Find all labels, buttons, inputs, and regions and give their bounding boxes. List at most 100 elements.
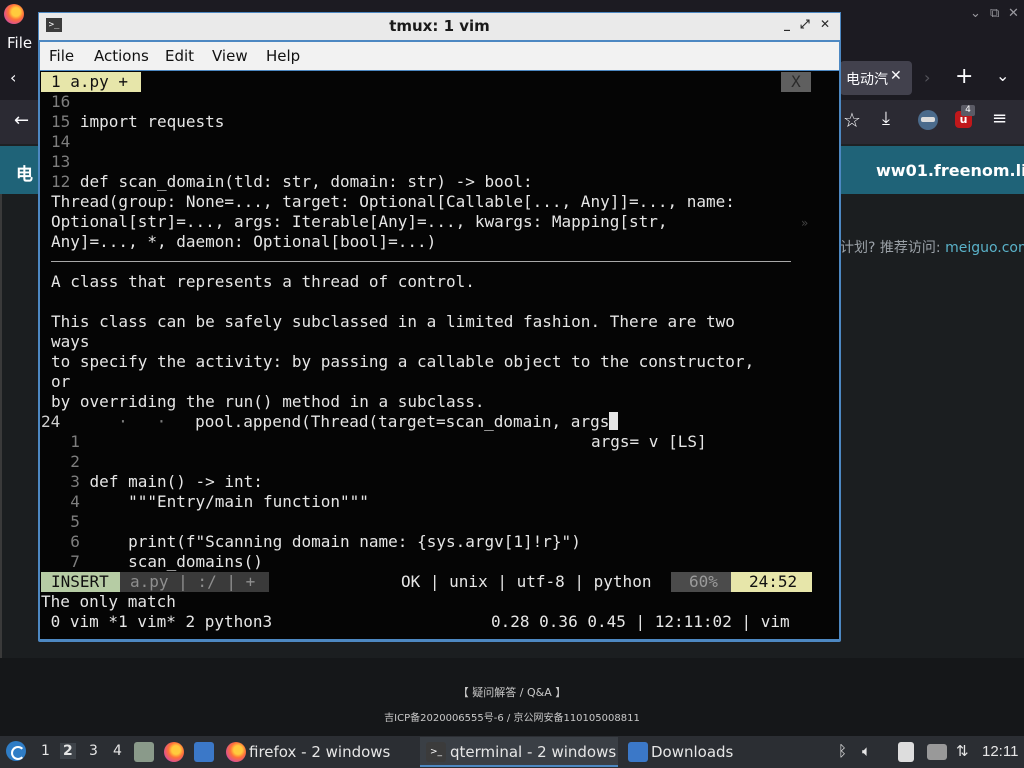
list-tabs-icon[interactable]: ⌄ xyxy=(996,66,1009,85)
line-number xyxy=(51,552,70,571)
line-number: 3 xyxy=(70,472,80,491)
desktop: ⌄ ⧉ ✕ File ‹ 电动汽 ✕ › + ⌄ ← ☆ ⤓ u 4 ≡ 电 w… xyxy=(0,0,1024,768)
line-number: 14 xyxy=(51,132,71,151)
menu-file[interactable]: File xyxy=(49,47,74,65)
line-code: """Entry/main function""" xyxy=(89,492,369,511)
workspace-2[interactable]: 2 xyxy=(60,743,76,759)
line-number xyxy=(51,532,70,551)
tmux-window-list: 0 vim *1 vim* 2 python3 xyxy=(41,612,273,632)
completion-item[interactable]: args= v [LS] xyxy=(591,432,707,452)
code-line: 15 import requests xyxy=(51,112,224,132)
workspace-3[interactable]: 3 xyxy=(89,743,98,759)
doc-line: to specify the activity: by passing a ca… xyxy=(51,352,755,371)
line-code: def scan_domain(tld: str, domain: str) -… xyxy=(79,172,533,191)
new-tab-icon[interactable]: + xyxy=(955,64,973,89)
code-line: 12 def scan_domain(tld: str, domain: str… xyxy=(51,172,533,192)
tray-bluetooth-icon[interactable]: ᛒ xyxy=(838,742,847,760)
code-line: 6 print(f"Scanning domain name: {sys.arg… xyxy=(51,532,581,552)
doc-line: This class can be safely subclassed in a… xyxy=(51,312,735,331)
firefox-icon xyxy=(226,742,246,762)
vim-position-segment: 24:52 xyxy=(731,572,812,592)
line-number: 12 xyxy=(51,172,71,191)
line-number xyxy=(51,452,70,471)
line-number: 13 xyxy=(51,152,71,171)
extension-spy-icon[interactable] xyxy=(918,110,938,130)
text-cursor xyxy=(609,412,619,430)
tray-display-icon[interactable] xyxy=(927,744,947,760)
popup-scroll-icon[interactable]: » xyxy=(801,216,808,230)
line-number xyxy=(51,432,70,451)
line-code: print(f"Scanning domain name: {sys.argv[… xyxy=(89,532,581,551)
menu-actions[interactable]: Actions xyxy=(94,47,149,65)
restore-icon[interactable]: ⧉ xyxy=(990,6,999,21)
site-domain[interactable]: ww01.freenom.link xyxy=(876,161,1024,180)
notice-link[interactable]: meiguo.com xyxy=(945,240,1024,256)
page-notice: 计划? 推荐访问: meiguo.com xyxy=(840,237,1024,257)
tab-scroll-right-icon[interactable]: › xyxy=(924,68,930,87)
downloads-icon[interactable]: ⤓ xyxy=(882,108,890,129)
tab-scroll-left-icon[interactable]: ‹ xyxy=(10,68,16,87)
task-qterminal-label: qterminal - 2 windows xyxy=(450,743,617,761)
bookmark-star-icon[interactable]: ☆ xyxy=(843,108,861,132)
footer-qa-link[interactable]: 【 疑问解答 / Q&A 】 xyxy=(0,684,1024,700)
start-menu-icon[interactable] xyxy=(6,741,26,761)
site-logo-text[interactable]: 电 xyxy=(16,160,33,185)
footer-icp[interactable]: 吉ICP备2020006555号-6 / 京公网安备110105008811 xyxy=(0,709,1024,724)
folder-icon xyxy=(628,742,648,762)
task-firefox-label: firefox - 2 windows xyxy=(249,743,391,761)
minimize-icon[interactable]: ⌄ xyxy=(970,6,981,21)
popup-separator xyxy=(51,261,791,262)
line-number: 15 xyxy=(51,112,71,131)
code-line: 13 xyxy=(51,152,70,172)
window-maximize-icon[interactable]: ⤢ xyxy=(800,17,810,32)
percent-label: 60% xyxy=(689,572,718,591)
doc-line: A class that represents a thread of cont… xyxy=(51,272,475,291)
terminal-title: tmux: 1 vim xyxy=(389,17,490,35)
code-line: 4 """Entry/main function""" xyxy=(51,492,369,512)
line-code: def main() -> int: xyxy=(89,472,263,491)
line-number: 7 xyxy=(70,552,80,571)
line-number: 4 xyxy=(70,492,80,511)
current-line: 24 · · pool.append(Thread(target=scan_do… xyxy=(41,412,619,432)
code-line: 7 scan_domains() xyxy=(51,552,263,572)
line-number: 6 xyxy=(70,532,80,551)
code-line: 3 def main() -> int: xyxy=(51,472,263,492)
vim-tab-close[interactable]: X xyxy=(781,72,811,92)
close-icon[interactable]: ✕ xyxy=(1008,6,1019,21)
tray-volume-icon[interactable]: 🔈︎ xyxy=(862,742,871,760)
ublock-badge: 4 xyxy=(961,105,975,116)
browser-tab-label: 电动汽 xyxy=(846,72,888,88)
menu-edit[interactable]: Edit xyxy=(165,47,194,65)
workspace-1[interactable]: 1 xyxy=(41,743,50,759)
doc-line: by overriding the run() method in a subc… xyxy=(51,392,485,411)
vim-percent-segment: 60% xyxy=(671,572,731,592)
vim-tab[interactable]: 1 a.py + xyxy=(41,72,141,92)
line-number xyxy=(51,492,70,511)
doc-line: ways xyxy=(51,332,90,351)
desktop-launcher-icon[interactable] xyxy=(194,742,214,762)
hamburger-menu-icon[interactable]: ≡ xyxy=(992,108,1007,129)
code-line: 1 xyxy=(51,432,80,452)
vim-mode-indicator: INSERT xyxy=(41,572,120,592)
code-line: 2 xyxy=(51,452,80,472)
window-minimize-icon[interactable]: _ xyxy=(784,17,790,31)
menu-help[interactable]: Help xyxy=(266,47,300,65)
tray-clipboard-icon[interactable] xyxy=(898,742,914,762)
signature-line: Optional[str]=..., args: Iterable[Any]=.… xyxy=(51,212,668,231)
tmux-windows[interactable]: 0 vim *1 vim* 2 python3 xyxy=(41,612,273,631)
tab-close-icon[interactable]: ✕ xyxy=(890,68,902,84)
page-edge xyxy=(0,194,2,658)
back-arrow-icon[interactable]: ← xyxy=(14,110,29,131)
taskbar-clock[interactable]: 12:11 xyxy=(982,743,1018,760)
line-number: 16 xyxy=(51,92,71,111)
window-close-icon[interactable]: ✕ xyxy=(820,17,830,31)
workspace-4[interactable]: 4 xyxy=(113,743,122,759)
menu-view[interactable]: View xyxy=(212,47,248,65)
files-launcher-icon[interactable] xyxy=(134,742,154,762)
tray-network-icon[interactable]: ⇅ xyxy=(956,742,969,760)
line-number: 1 xyxy=(70,432,80,451)
firefox-launcher-icon[interactable] xyxy=(164,742,184,762)
browser-file-menu[interactable]: File xyxy=(7,34,32,52)
code-line: 14 xyxy=(51,132,70,152)
task-downloads-label: Downloads xyxy=(651,743,734,761)
